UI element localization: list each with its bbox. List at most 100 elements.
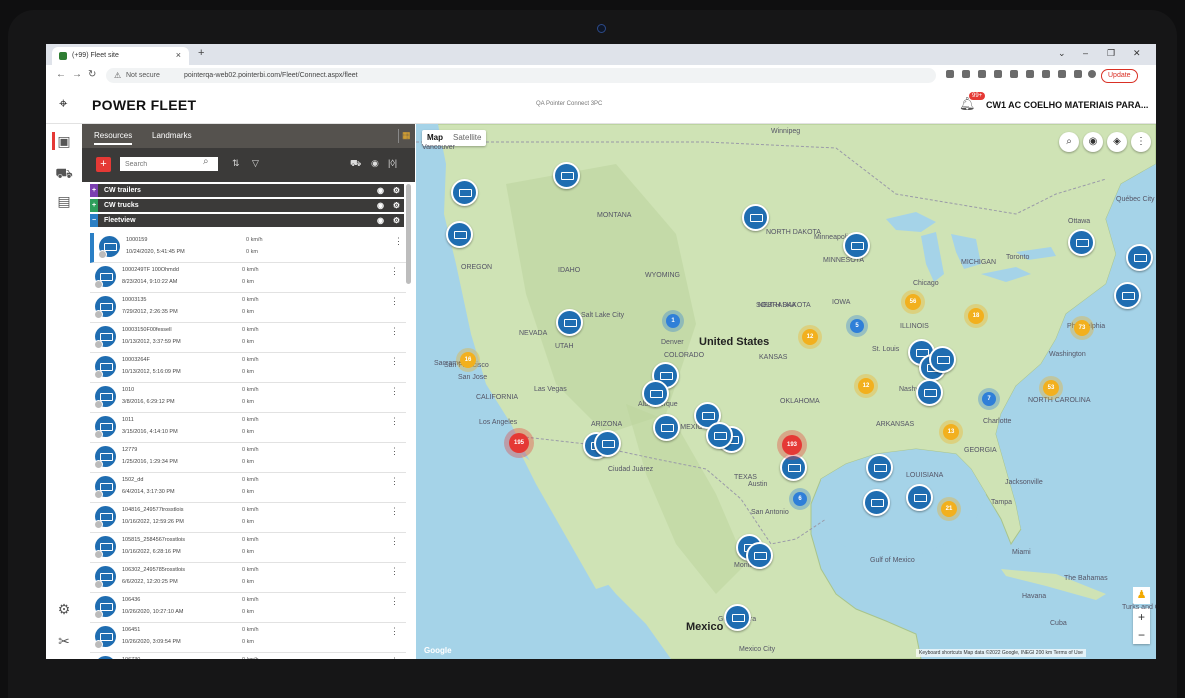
search-icon[interactable]: ⌕ [203, 156, 209, 167]
settings-icon[interactable]: ⚙ [393, 186, 400, 195]
tab-search-icon[interactable]: ⌄ [1058, 48, 1066, 59]
resource-row[interactable]: 1010 3/8/2016, 6:29:12 PM 0 km/h 0 km ⋮ [90, 383, 406, 413]
extension-icon[interactable] [1026, 70, 1034, 78]
forward-icon[interactable]: → [72, 69, 82, 80]
cluster-marker[interactable]: 13 [943, 424, 959, 440]
back-icon[interactable]: ← [56, 69, 66, 80]
vehicle-marker[interactable] [653, 414, 680, 441]
profile-icon[interactable] [1088, 70, 1096, 78]
group-row[interactable]: − Fleetview ◉ ⚙ [90, 214, 404, 227]
tab-landmarks[interactable]: Landmarks [152, 131, 192, 140]
grid-view-icon[interactable]: ▦ [402, 130, 411, 141]
settings-icon[interactable]: ⚙ [393, 201, 400, 210]
resource-row[interactable]: 106730 0 km/h ⋮ [90, 653, 406, 659]
cluster-marker[interactable]: 21 [941, 501, 957, 517]
visibility-icon[interactable]: ◉ [377, 186, 384, 195]
list-scrollbar[interactable] [406, 184, 411, 284]
layers-icon[interactable]: ◈ [1107, 132, 1127, 152]
vehicle-marker[interactable] [906, 484, 933, 511]
vehicle-marker[interactable] [742, 204, 769, 231]
cluster-marker[interactable]: 16 [460, 352, 476, 368]
browser-tab[interactable]: (+99) Fleet site × [52, 47, 189, 65]
vehicle-marker[interactable] [1126, 244, 1153, 271]
maximize-icon[interactable]: ❐ [1107, 48, 1115, 59]
vehicle-marker[interactable] [866, 454, 893, 481]
more-options-icon[interactable]: ⋮ [1131, 132, 1151, 152]
resource-row[interactable]: 10003150F00fessell 10/13/2012, 3:37:59 PM… [90, 323, 406, 353]
vehicle-marker[interactable] [594, 430, 621, 457]
row-menu-icon[interactable]: ⋮ [390, 656, 399, 659]
notifications-button[interactable]: 🔔︎ 99+ [959, 92, 986, 113]
vehicle-marker[interactable] [929, 346, 956, 373]
row-menu-icon[interactable]: ⋮ [390, 476, 399, 487]
vehicle-marker[interactable] [746, 542, 773, 569]
row-menu-icon[interactable]: ⋮ [390, 326, 399, 337]
vehicle-marker[interactable] [553, 162, 580, 189]
new-tab-button[interactable]: + [198, 47, 204, 59]
row-menu-icon[interactable]: ⋮ [390, 416, 399, 427]
url-field[interactable]: ⚠ Not secure pointerqa-web02.pointerbi.c… [106, 68, 936, 83]
cluster-marker[interactable]: 5 [850, 319, 864, 333]
resource-row[interactable]: 1502_dd 6/4/2014, 3:17:30 PM 0 km/h 0 km ⋮ [90, 473, 406, 503]
resource-row[interactable]: 12779 1/25/2016, 1:29:34 PM 0 km/h 0 km ⋮ [90, 443, 406, 473]
group-row[interactable]: + CW trucks ◉ ⚙ [90, 199, 404, 212]
expand-icon[interactable]: |◊| [388, 158, 397, 168]
row-menu-icon[interactable]: ⋮ [390, 446, 399, 457]
group-toggle[interactable]: − [90, 214, 98, 227]
tab-resources[interactable]: Resources [94, 131, 133, 145]
resource-row[interactable]: 106451 10/26/2020, 3:09:54 PM 0 km/h 0 km ⋮ [90, 623, 406, 653]
share-icon[interactable] [962, 70, 970, 78]
company-selector[interactable]: CW1 AC COELHO MATERIAIS PARA... [986, 100, 1148, 110]
close-tab-icon[interactable]: × [176, 50, 181, 60]
vehicle-marker[interactable] [1114, 282, 1141, 309]
update-button[interactable]: Update [1101, 69, 1138, 83]
cluster-marker[interactable]: 56 [905, 294, 921, 310]
vehicle-marker[interactable] [1068, 229, 1095, 256]
bookmark-icon[interactable] [978, 70, 986, 78]
settings-icon[interactable]: ⚙ [393, 216, 400, 225]
add-resource-button[interactable]: + [96, 157, 111, 172]
row-menu-icon[interactable]: ⋮ [390, 386, 399, 397]
group-toggle[interactable]: + [90, 199, 98, 212]
visibility-icon[interactable]: ◉ [371, 158, 379, 169]
row-menu-icon[interactable]: ⋮ [390, 506, 399, 517]
vehicle-marker[interactable] [446, 221, 473, 248]
vehicle-marker[interactable] [451, 179, 478, 206]
resource-row[interactable]: 10003264F 10/13/2012, 5:16:09 PM 0 km/h 0 k… [90, 353, 406, 383]
minimize-icon[interactable]: – [1083, 48, 1088, 58]
street-view-pegman-icon[interactable]: ♟ [1133, 587, 1150, 604]
map[interactable]: Map Satellite ⌕ ◉ ◈ ⋮ ♟ + − Google Keyboa… [416, 124, 1156, 659]
cluster-marker[interactable]: 7 [982, 392, 996, 406]
row-menu-icon[interactable]: ⋮ [390, 626, 399, 637]
resource-row[interactable]: 106436 10/26/2020, 10:27:10 AM 0 km/h 0 km ⋮ [90, 593, 406, 623]
resource-row[interactable]: 1000249TF 100Ohmdd 8/23/2014, 9:10:22 AM 0… [90, 263, 406, 293]
map-search-icon[interactable]: ⌕ [1059, 132, 1079, 152]
sidepanel-icon[interactable] [1074, 70, 1082, 78]
vehicle-marker[interactable] [642, 380, 669, 407]
row-menu-icon[interactable]: ⋮ [394, 236, 403, 247]
close-window-icon[interactable]: ✕ [1133, 48, 1141, 59]
vehicle-marker[interactable] [916, 379, 943, 406]
group-toggle[interactable]: + [90, 184, 98, 197]
resource-row[interactable]: 10003135 7/29/2012, 2:26:35 PM 0 km/h 0 km ⋮ [90, 293, 406, 323]
cluster-marker[interactable]: 6 [793, 492, 807, 506]
truck-icon[interactable]: ⛟ [55, 164, 73, 182]
cluster-marker[interactable]: 1 [666, 314, 680, 328]
zoom-out-button[interactable]: − [1133, 626, 1150, 644]
resource-row[interactable]: 104816_249577trosstlois 10/16/2022, 12:59… [90, 503, 406, 533]
vehicle-marker[interactable] [556, 309, 583, 336]
vehicle-marker[interactable] [843, 232, 870, 259]
map-type-map[interactable]: Map [422, 130, 448, 145]
resource-row[interactable]: 106302_2495785rosstlois 6/6/2022, 12:20:2… [90, 563, 406, 593]
row-menu-icon[interactable]: ⋮ [390, 566, 399, 577]
resource-row[interactable]: 1000159 10/24/2020, 5:41:45 PM 0 km/h 0 km ⋮ [90, 233, 406, 263]
cluster-marker[interactable]: 18 [968, 308, 984, 324]
map-view-icon[interactable]: ▣ [52, 132, 73, 150]
vehicle-icon[interactable]: ⛟ [350, 158, 361, 170]
cluster-marker[interactable]: 73 [1074, 320, 1090, 336]
vehicle-marker[interactable] [780, 454, 807, 481]
resource-row[interactable]: 1011 3/15/2016, 4:14:10 PM 0 km/h 0 km ⋮ [90, 413, 406, 443]
visibility-icon[interactable]: ◉ [377, 216, 384, 225]
reload-icon[interactable]: ↻ [88, 69, 96, 80]
cluster-marker[interactable]: 195 [509, 433, 529, 453]
